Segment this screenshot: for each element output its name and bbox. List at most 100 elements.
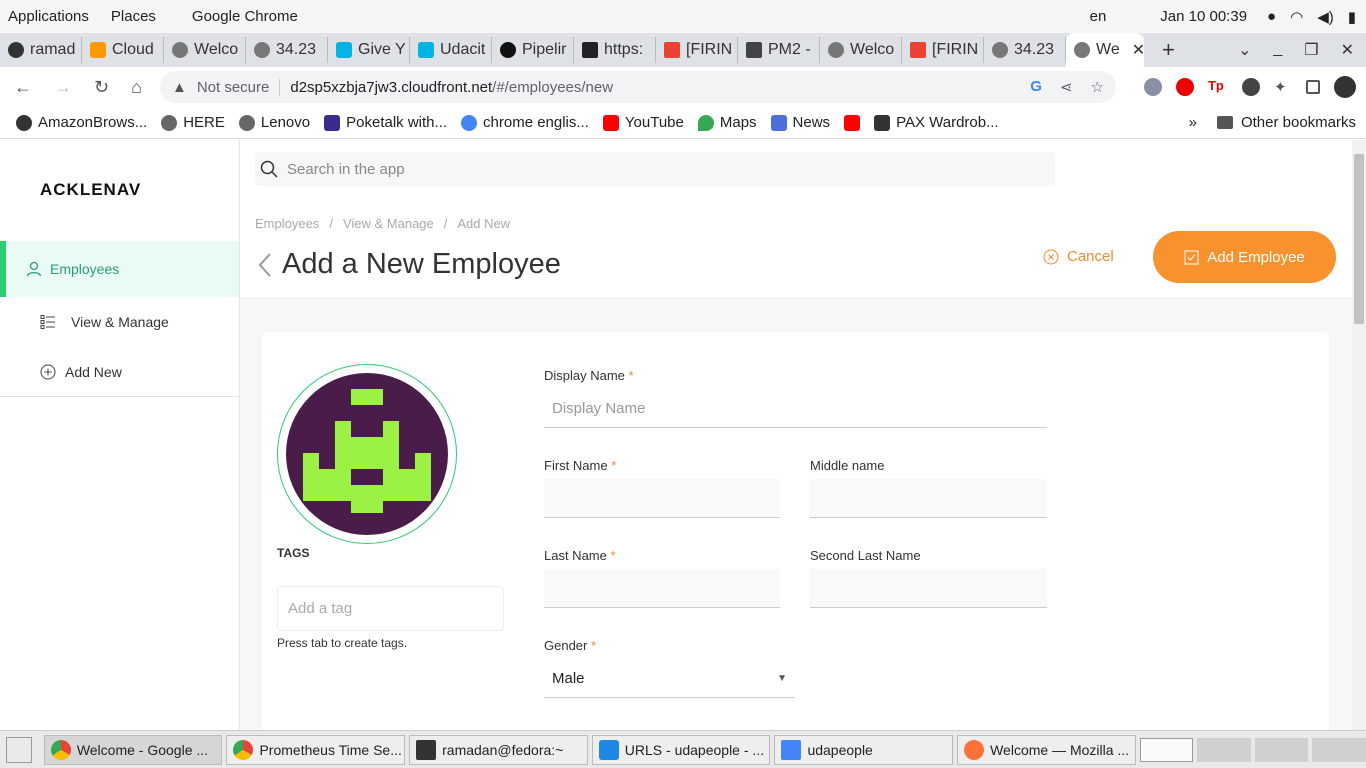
other-bookmarks[interactable]: Other bookmarks bbox=[1241, 114, 1356, 131]
display-name-field[interactable]: Display Name bbox=[544, 389, 1047, 428]
close-circle-icon bbox=[1043, 249, 1059, 264]
bookmark-item[interactable]: YouTube bbox=[602, 114, 684, 131]
browser-tab[interactable]: ramad bbox=[0, 37, 82, 63]
share-icon[interactable]: ⋖ bbox=[1060, 78, 1073, 96]
security-label: Not secure bbox=[197, 78, 281, 96]
applications-menu[interactable]: Applications bbox=[0, 8, 97, 25]
puzzle-icon[interactable]: ✦ bbox=[1274, 78, 1292, 96]
bookmark-item[interactable]: AmazonBrows... bbox=[16, 114, 147, 131]
bookmarks-bar: AmazonBrows... HERE Lenovo Poketalk with… bbox=[0, 107, 1366, 139]
workspace-1[interactable] bbox=[1139, 737, 1194, 762]
taskbar-window[interactable]: Welcome - Google ... bbox=[43, 734, 223, 765]
sidebar-divider bbox=[0, 396, 239, 397]
avatar[interactable] bbox=[277, 364, 457, 544]
browser-tab[interactable]: 34.23 bbox=[984, 37, 1066, 63]
language-indicator[interactable]: en bbox=[1090, 8, 1107, 25]
brand-logo[interactable]: ACKLENAV bbox=[40, 180, 141, 200]
warning-icon: ▲ bbox=[171, 78, 187, 96]
taskbar-window[interactable]: ramadan@fedora:~ bbox=[409, 734, 588, 765]
bookmark-item[interactable]: Lenovo bbox=[238, 114, 310, 131]
bookmark-item[interactable]: HERE bbox=[161, 114, 225, 131]
profile-avatar[interactable] bbox=[1333, 76, 1356, 98]
browser-tab[interactable]: Give Y bbox=[328, 37, 410, 63]
chevron-left-icon[interactable] bbox=[258, 252, 272, 278]
sidepanel-icon[interactable] bbox=[1305, 80, 1320, 94]
workspace-4[interactable] bbox=[1312, 737, 1366, 762]
breadcrumb-view-manage[interactable]: View & Manage bbox=[343, 216, 434, 231]
reload-icon[interactable]: ↻ bbox=[94, 77, 109, 98]
bookmark-item[interactable]: chrome englis... bbox=[461, 114, 589, 131]
clock[interactable]: Jan 10 00:39 bbox=[1160, 8, 1247, 25]
taskbar-window[interactable]: URLS - udapeople - ... bbox=[591, 734, 771, 765]
bookmark-item[interactable]: Poketalk with... bbox=[324, 114, 447, 131]
browser-tab[interactable]: https: bbox=[574, 37, 656, 63]
volume-icon[interactable]: ◀) bbox=[1317, 8, 1334, 26]
bookmark-star-icon[interactable]: ☆ bbox=[1091, 78, 1104, 96]
close-tab-icon[interactable]: ✕ bbox=[1132, 40, 1144, 60]
app-search[interactable]: Search in the app bbox=[255, 152, 1055, 186]
minimize-icon[interactable]: _ bbox=[1273, 40, 1282, 60]
extension-icon[interactable] bbox=[1143, 78, 1162, 96]
browser-tab[interactable]: Pipelir bbox=[492, 37, 574, 63]
first-name-field[interactable] bbox=[544, 479, 780, 518]
maps-icon bbox=[697, 114, 714, 131]
bookmark-item[interactable]: News bbox=[770, 114, 830, 131]
home-icon[interactable]: ⌂ bbox=[131, 77, 142, 98]
scrollbar-thumb[interactable] bbox=[1354, 154, 1364, 324]
taskbar-window[interactable]: Prometheus Time Se... bbox=[226, 734, 406, 765]
youtube-icon bbox=[602, 114, 619, 131]
sidebar-item-view-manage[interactable]: View & Manage bbox=[40, 314, 169, 330]
tag-input[interactable]: Add a tag bbox=[277, 586, 504, 631]
browser-tab[interactable]: [FIRIN bbox=[656, 37, 738, 63]
globe-icon bbox=[254, 42, 270, 58]
active-app-name[interactable]: Google Chrome bbox=[184, 8, 306, 25]
grammarly-icon[interactable] bbox=[1241, 78, 1260, 96]
breadcrumb-employees[interactable]: Employees bbox=[255, 216, 319, 231]
browser-tab[interactable]: PM2 - bbox=[738, 37, 820, 63]
taskbar-window[interactable]: udapeople bbox=[774, 734, 954, 765]
new-tab-icon[interactable]: + bbox=[1162, 37, 1175, 63]
add-employee-button[interactable]: Add Employee bbox=[1153, 231, 1336, 283]
last-name-field[interactable] bbox=[544, 569, 780, 608]
back-icon[interactable]: ← bbox=[14, 77, 32, 98]
battery-icon[interactable]: ▮ bbox=[1348, 8, 1356, 26]
taskbar-window[interactable]: Welcome — Mozilla ... bbox=[957, 734, 1136, 765]
places-menu[interactable]: Places bbox=[103, 8, 164, 25]
browser-tab[interactable]: Welco bbox=[164, 37, 246, 63]
search-input[interactable]: Search in the app bbox=[287, 161, 405, 178]
cancel-button[interactable]: Cancel bbox=[1043, 248, 1114, 265]
bookmarks-overflow-icon[interactable]: » bbox=[1189, 114, 1197, 131]
restore-icon[interactable]: ❐ bbox=[1304, 40, 1318, 60]
page-header: Search in the app Employees / View & Man… bbox=[240, 140, 1352, 299]
browser-tab[interactable]: Welco bbox=[820, 37, 902, 63]
browser-tab[interactable]: Udacit bbox=[410, 37, 492, 63]
forward-icon[interactable]: → bbox=[54, 77, 72, 98]
close-window-icon[interactable]: ✕ bbox=[1341, 40, 1354, 60]
middle-name-field[interactable] bbox=[810, 479, 1047, 518]
tab-search-icon[interactable]: ⌄ bbox=[1238, 40, 1251, 60]
page-scrollbar[interactable] bbox=[1352, 140, 1366, 730]
bookmark-item[interactable]: PAX Wardrob... bbox=[874, 114, 999, 131]
wifi-icon[interactable]: ◠ bbox=[1290, 8, 1303, 26]
workspace-3[interactable] bbox=[1254, 737, 1309, 762]
bookmark-item[interactable] bbox=[844, 114, 861, 131]
gender-label: Gender * bbox=[544, 638, 597, 653]
sidebar-item-add-new[interactable]: Add New bbox=[40, 364, 122, 380]
browser-tab-active[interactable]: We ✕ bbox=[1066, 33, 1144, 67]
browser-tab[interactable]: Cloud bbox=[82, 37, 164, 63]
workspace-2[interactable] bbox=[1197, 737, 1251, 762]
address-bar[interactable]: ▲ Not secure d2sp5xzbja7jw3.cloudfront.n… bbox=[159, 71, 1116, 103]
gender-select[interactable]: Male ▼ bbox=[544, 659, 795, 698]
sidebar-item-employees[interactable]: Employees bbox=[0, 241, 239, 297]
bookmark-item[interactable]: Maps bbox=[697, 114, 757, 131]
udacity-icon bbox=[336, 42, 352, 58]
google-translate-icon[interactable]: G bbox=[1030, 78, 1042, 96]
terminal-icon bbox=[416, 739, 437, 760]
second-last-name-field[interactable] bbox=[810, 569, 1047, 608]
show-desktop-icon[interactable] bbox=[6, 736, 32, 763]
browser-tab[interactable]: 34.23 bbox=[246, 37, 328, 63]
sidebar-item-label: View & Manage bbox=[71, 314, 169, 330]
tp-extension-icon[interactable]: Tp bbox=[1208, 78, 1228, 96]
browser-tab[interactable]: [FIRIN bbox=[902, 37, 984, 63]
adblock-icon[interactable] bbox=[1175, 78, 1194, 96]
